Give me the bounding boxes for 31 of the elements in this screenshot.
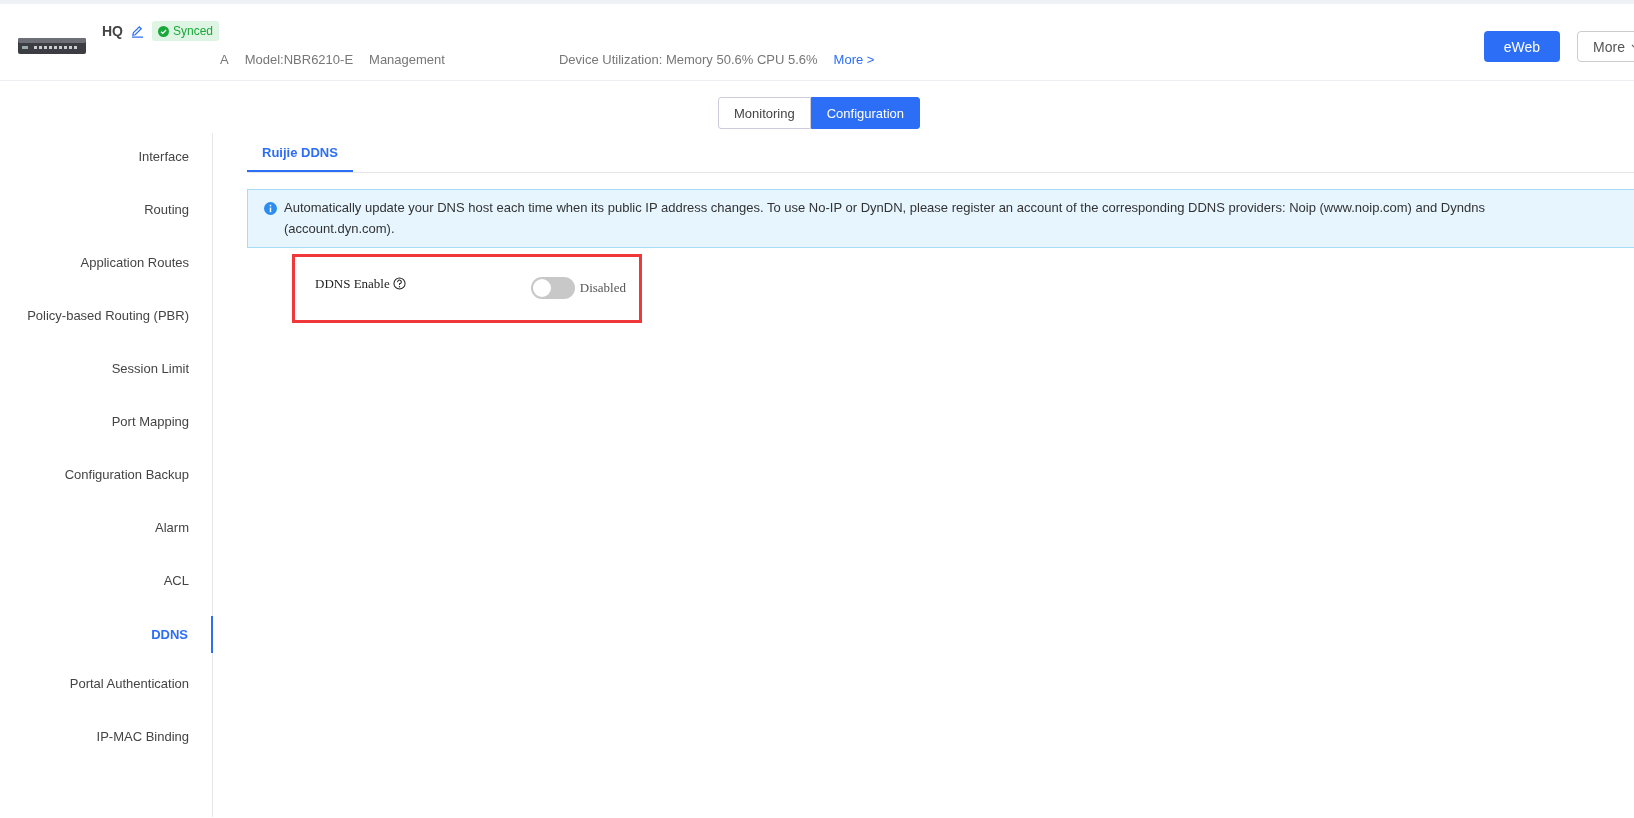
device-info-text: Management [369,52,445,67]
sidebar-item[interactable]: Policy-based Routing (PBR) [0,301,212,354]
sidebar-item[interactable]: Session Limit [0,354,212,407]
ddns-toggle-switch[interactable] [530,277,575,299]
view-tab[interactable]: Configuration [810,97,920,129]
sidebar-item[interactable]: IP-MAC Binding [0,722,212,775]
help-icon[interactable] [392,277,406,290]
sidebar-item[interactable]: Application Routes [0,248,212,301]
more-dropdown-button[interactable]: More [1577,31,1634,62]
device-info-text: Model:NBR6210-E [244,52,354,67]
view-tab[interactable]: Monitoring [718,97,811,129]
edit-icon[interactable] [131,24,144,38]
sidebar-item[interactable]: Portal Authentication [0,669,212,722]
sidebar-item[interactable]: ACL [0,566,212,619]
sidebar-item[interactable]: Port Mapping [0,407,212,460]
sidebar-item[interactable]: Configuration Backup [0,460,212,513]
info-icon [264,202,277,215]
notice-text: Automatically update your DNS host each time when its public IP address changes. To use No-IP or DynDN, please register an account of the corresponding DDNS providers: Noip (www.noip.com) and Dyndns (account.dyn.com). [284,200,1485,236]
toggle-status-text: Disabled [579,280,626,296]
ddns-enable-label: DDNS Enable [315,276,390,292]
sidebar-item[interactable]: DDNS [0,616,213,653]
device-utilization-text: Device Utilization: Memory 50.6% CPU 5.6% [558,52,818,67]
synced-badge: Synced [152,21,220,41]
eweb-button[interactable]: eWeb [1483,31,1561,62]
sidebar-item[interactable]: Routing [0,195,212,248]
more-link[interactable]: More > [833,52,875,67]
device-name: HQ [102,23,123,39]
device-info-text: A [220,52,229,67]
sidebar-item[interactable]: Interface [0,142,212,195]
content-tab[interactable]: Ruijie DDNS [247,145,353,172]
sidebar-item[interactable]: Alarm [0,513,212,566]
